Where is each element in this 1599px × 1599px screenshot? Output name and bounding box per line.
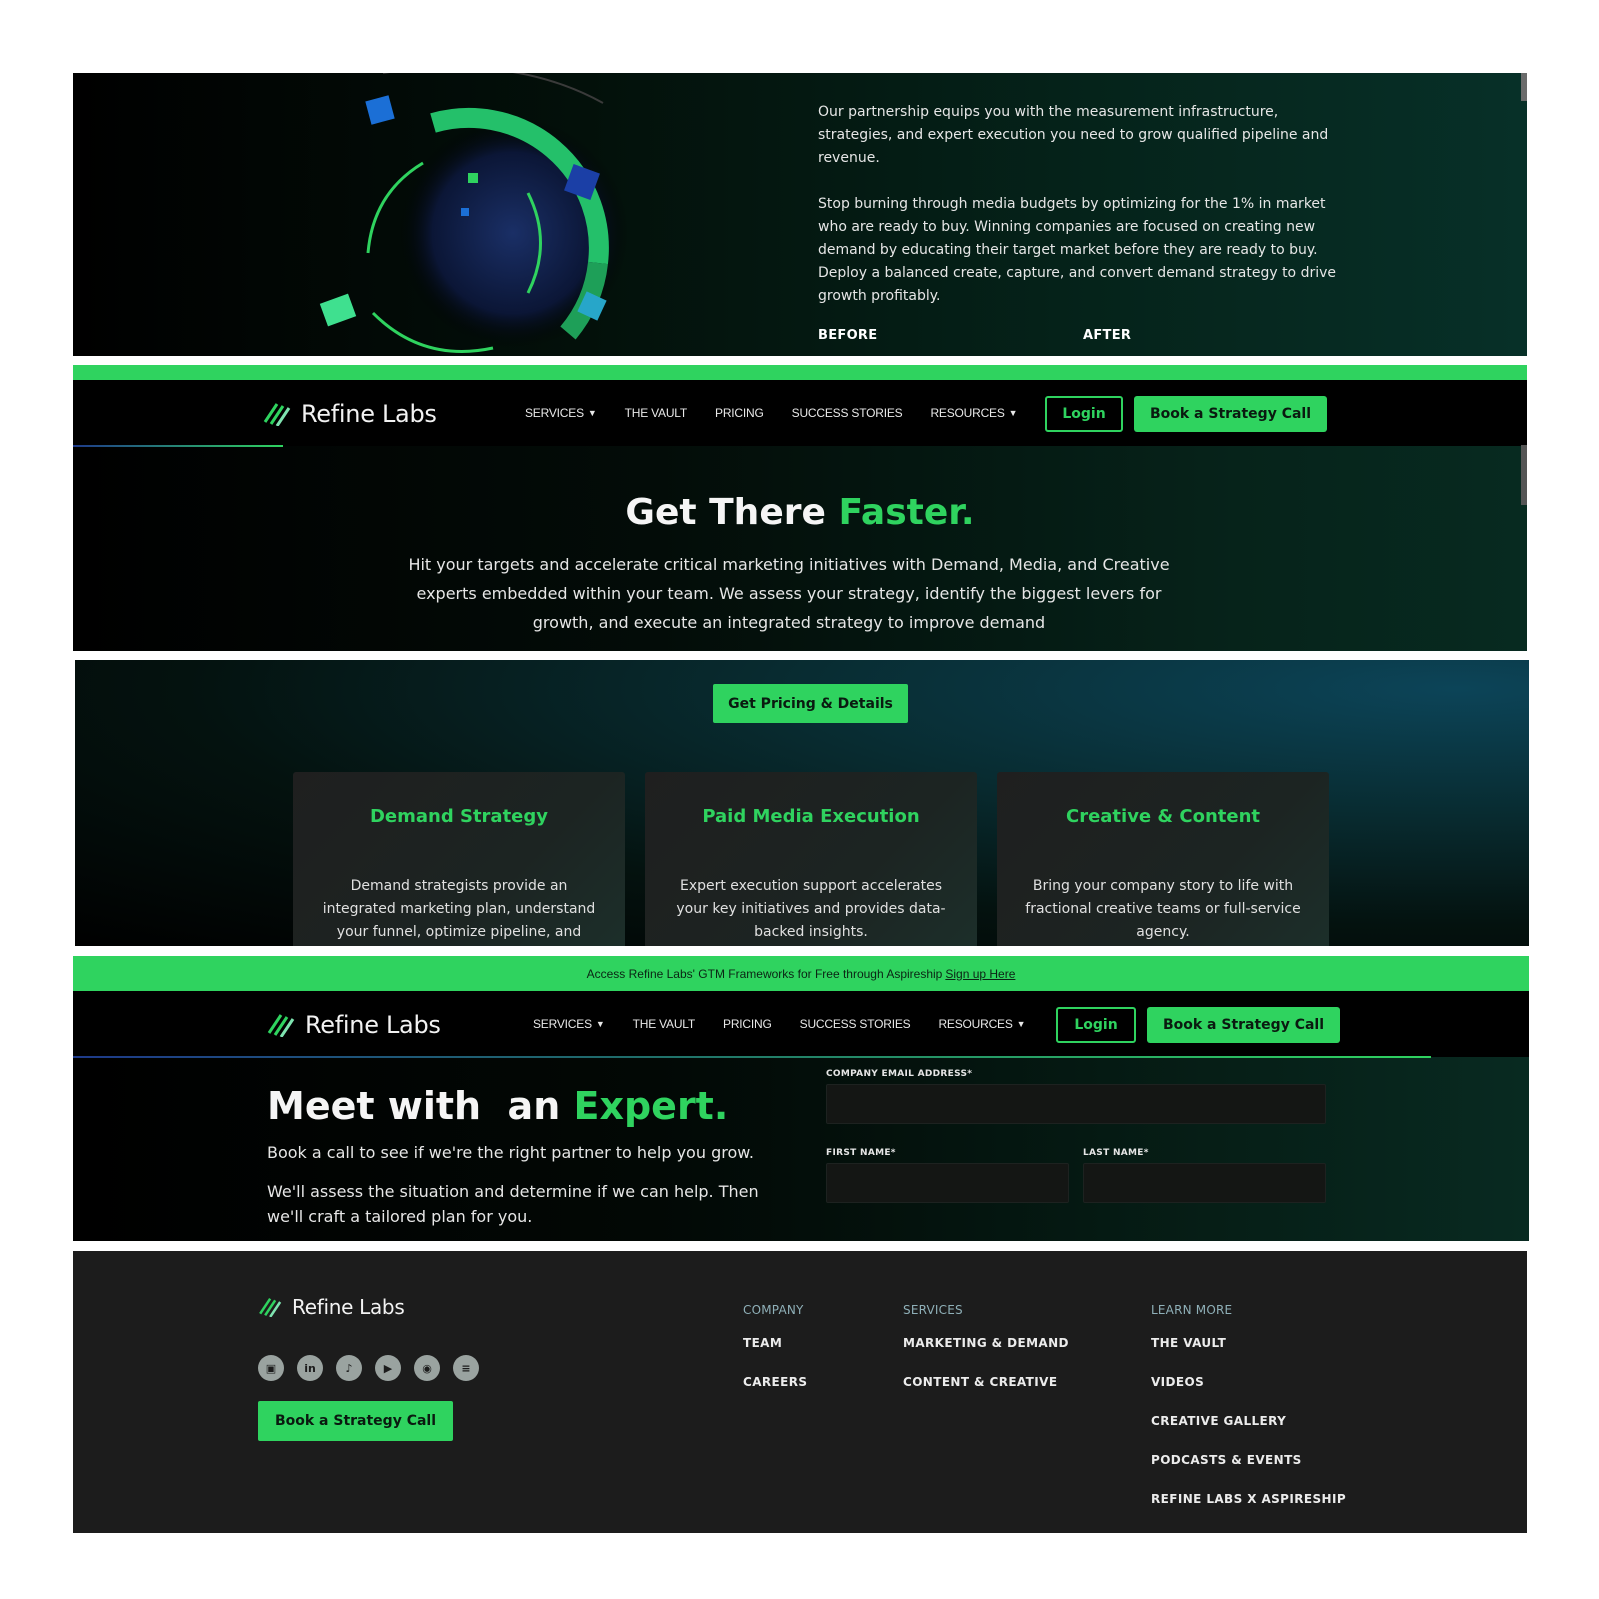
nav-success-stories[interactable]: SUCCESS STORIES bbox=[800, 1017, 911, 1031]
meet-expert-subtitle: Book a call to see if we're the right pa… bbox=[267, 1143, 754, 1162]
services-section: Get Pricing & Details Demand Strategy De… bbox=[75, 660, 1529, 946]
nav-the-vault[interactable]: THE VAULT bbox=[625, 406, 688, 420]
announcement-bar bbox=[73, 365, 1527, 380]
card-title: Demand Strategy bbox=[369, 806, 549, 827]
chevron-down-icon: ▼ bbox=[1016, 1019, 1026, 1029]
service-card-demand-strategy[interactable]: Demand Strategy Demand strategists provi… bbox=[293, 772, 625, 946]
nav-success-stories[interactable]: SUCCESS STORIES bbox=[792, 406, 903, 420]
book-strategy-call-button[interactable]: Book a Strategy Call bbox=[1134, 396, 1327, 432]
nav-services[interactable]: SERVICES ▼ bbox=[525, 406, 597, 420]
login-button[interactable]: Login bbox=[1056, 1007, 1136, 1043]
chevron-down-icon: ▼ bbox=[595, 1019, 605, 1029]
footer-column-heading: COMPANY bbox=[743, 1303, 804, 1317]
footer-link-podcasts-events[interactable]: PODCASTS & EVENTS bbox=[1151, 1453, 1346, 1492]
first-name-label: FIRST NAME* bbox=[826, 1148, 896, 1158]
spotify-icon[interactable]: ≡ bbox=[453, 1355, 479, 1381]
nav-the-vault[interactable]: THE VAULT bbox=[633, 1017, 696, 1031]
nav-resources[interactable]: RESOURCES ▼ bbox=[938, 1017, 1025, 1031]
nav-links: SERVICES ▼ THE VAULT PRICING SUCCESS STOR… bbox=[533, 1017, 1026, 1031]
chevron-down-icon: ▼ bbox=[1008, 408, 1018, 418]
chevron-down-icon: ▼ bbox=[587, 408, 597, 418]
footer-link-careers[interactable]: CAREERS bbox=[743, 1375, 807, 1414]
scrollbar-thumb[interactable] bbox=[1521, 73, 1527, 101]
before-label: BEFORE bbox=[818, 328, 878, 343]
youtube-icon[interactable]: ▶ bbox=[375, 1355, 401, 1381]
footer-column-services: SERVICES MARKETING & DEMAND CONTENT & CR… bbox=[903, 1303, 1069, 1414]
logo[interactable]: Refine Labs bbox=[263, 400, 437, 428]
announcement-text: Access Refine Labs' GTM Frameworks for F… bbox=[586, 966, 943, 981]
scroll-progress-bar bbox=[73, 445, 283, 447]
social-links: ▣ in ♪ ▶ ◉ ≡ bbox=[258, 1355, 479, 1381]
top-nav: Refine Labs SERVICES ▼ THE VAULT PRICING … bbox=[73, 991, 1529, 1057]
last-name-field[interactable] bbox=[1083, 1163, 1326, 1203]
first-name-field[interactable] bbox=[826, 1163, 1069, 1203]
top-nav: Refine Labs SERVICES ▼ THE VAULT PRICING … bbox=[73, 380, 1527, 446]
card-body: Demand strategists provide an integrated… bbox=[322, 878, 596, 940]
sign-up-link[interactable]: Sign up Here bbox=[945, 967, 1015, 981]
footer-column-company: COMPANY TEAM CAREERS bbox=[743, 1303, 807, 1414]
nav-pricing[interactable]: PRICING bbox=[723, 1017, 772, 1031]
nav-links: SERVICES ▼ THE VAULT PRICING SUCCESS STOR… bbox=[525, 406, 1018, 420]
refine-labs-logo-icon bbox=[259, 1297, 282, 1317]
nav-resources[interactable]: RESOURCES ▼ bbox=[930, 406, 1017, 420]
card-body: Expert execution support accelerates you… bbox=[676, 878, 946, 940]
login-button[interactable]: Login bbox=[1045, 396, 1123, 432]
linkedin-icon[interactable]: in bbox=[297, 1355, 323, 1381]
footer-book-strategy-call-button[interactable]: Book a Strategy Call bbox=[258, 1401, 453, 1441]
nav-pricing[interactable]: PRICING bbox=[715, 406, 764, 420]
footer-column-heading: SERVICES bbox=[903, 1303, 963, 1317]
tiktok-icon[interactable]: ♪ bbox=[336, 1355, 362, 1381]
company-email-field[interactable] bbox=[826, 1084, 1326, 1124]
last-name-label: LAST NAME* bbox=[1083, 1148, 1149, 1158]
email-field-label: COMPANY EMAIL ADDRESS* bbox=[826, 1069, 973, 1079]
footer-column-learn-more: LEARN MORE THE VAULT VIDEOS CREATIVE GAL… bbox=[1151, 1303, 1346, 1531]
hero-title: Get There Faster. bbox=[625, 492, 975, 533]
card-title: Creative & Content bbox=[1065, 806, 1260, 827]
scroll-progress-bar bbox=[73, 1056, 1431, 1058]
hero-lead: Hit your targets and accelerate critical… bbox=[408, 555, 1170, 632]
service-card-paid-media[interactable]: Paid Media Execution Expert execution su… bbox=[645, 772, 977, 946]
refine-labs-logo-icon bbox=[263, 403, 291, 426]
footer-logo[interactable]: Refine Labs bbox=[258, 1295, 405, 1319]
footer-link-team[interactable]: TEAM bbox=[743, 1336, 807, 1375]
announcement-bar: Access Refine Labs' GTM Frameworks for F… bbox=[73, 956, 1529, 991]
partnership-section: Our partnership equips you with the meas… bbox=[73, 73, 1527, 356]
footer-link-refine-labs-x-aspireship[interactable]: REFINE LABS X ASPIRESHIP bbox=[1151, 1492, 1346, 1531]
refine-labs-logo-icon bbox=[267, 1014, 295, 1037]
service-card-creative-content[interactable]: Creative & Content Bring your company st… bbox=[997, 772, 1329, 946]
logo-wordmark: Refine Labs bbox=[305, 1011, 441, 1039]
meet-expert-section: Access Refine Labs' GTM Frameworks for F… bbox=[73, 956, 1529, 1241]
hero-section: Refine Labs SERVICES ▼ THE VAULT PRICING … bbox=[73, 365, 1527, 651]
logo[interactable]: Refine Labs bbox=[267, 1011, 441, 1039]
card-title: Paid Media Execution bbox=[702, 806, 920, 827]
partnership-paragraph-2: Stop burning through media budgets by op… bbox=[818, 196, 1337, 304]
footer-link-creative-gallery[interactable]: CREATIVE GALLERY bbox=[1151, 1414, 1346, 1453]
after-label: AFTER bbox=[1083, 328, 1132, 343]
footer-link-the-vault[interactable]: THE VAULT bbox=[1151, 1336, 1346, 1375]
site-footer: Refine Labs ▣ in ♪ ▶ ◉ ≡ Book a Strategy… bbox=[73, 1251, 1527, 1533]
meet-expert-title: Meet with an Expert. bbox=[267, 1084, 729, 1128]
nav-services[interactable]: SERVICES ▼ bbox=[533, 1017, 605, 1031]
footer-link-videos[interactable]: VIDEOS bbox=[1151, 1375, 1346, 1414]
footer-link-marketing-demand[interactable]: MARKETING & DEMAND bbox=[903, 1336, 1069, 1375]
meet-expert-description: We'll assess the situation and determine… bbox=[267, 1182, 759, 1226]
instagram-icon[interactable]: ▣ bbox=[258, 1355, 284, 1381]
partnership-paragraph-1: Our partnership equips you with the meas… bbox=[818, 104, 1329, 166]
get-pricing-button[interactable]: Get Pricing & Details bbox=[713, 684, 908, 723]
book-strategy-call-button[interactable]: Book a Strategy Call bbox=[1147, 1007, 1340, 1043]
logo-wordmark: Refine Labs bbox=[292, 1295, 405, 1319]
podcast-icon[interactable]: ◉ bbox=[414, 1355, 440, 1381]
footer-column-heading: LEARN MORE bbox=[1151, 1303, 1233, 1317]
footer-link-content-creative[interactable]: CONTENT & CREATIVE bbox=[903, 1375, 1069, 1414]
logo-wordmark: Refine Labs bbox=[301, 400, 437, 428]
growth-cycle-illustration bbox=[319, 73, 628, 353]
card-body: Bring your company story to life with fr… bbox=[1025, 878, 1301, 940]
